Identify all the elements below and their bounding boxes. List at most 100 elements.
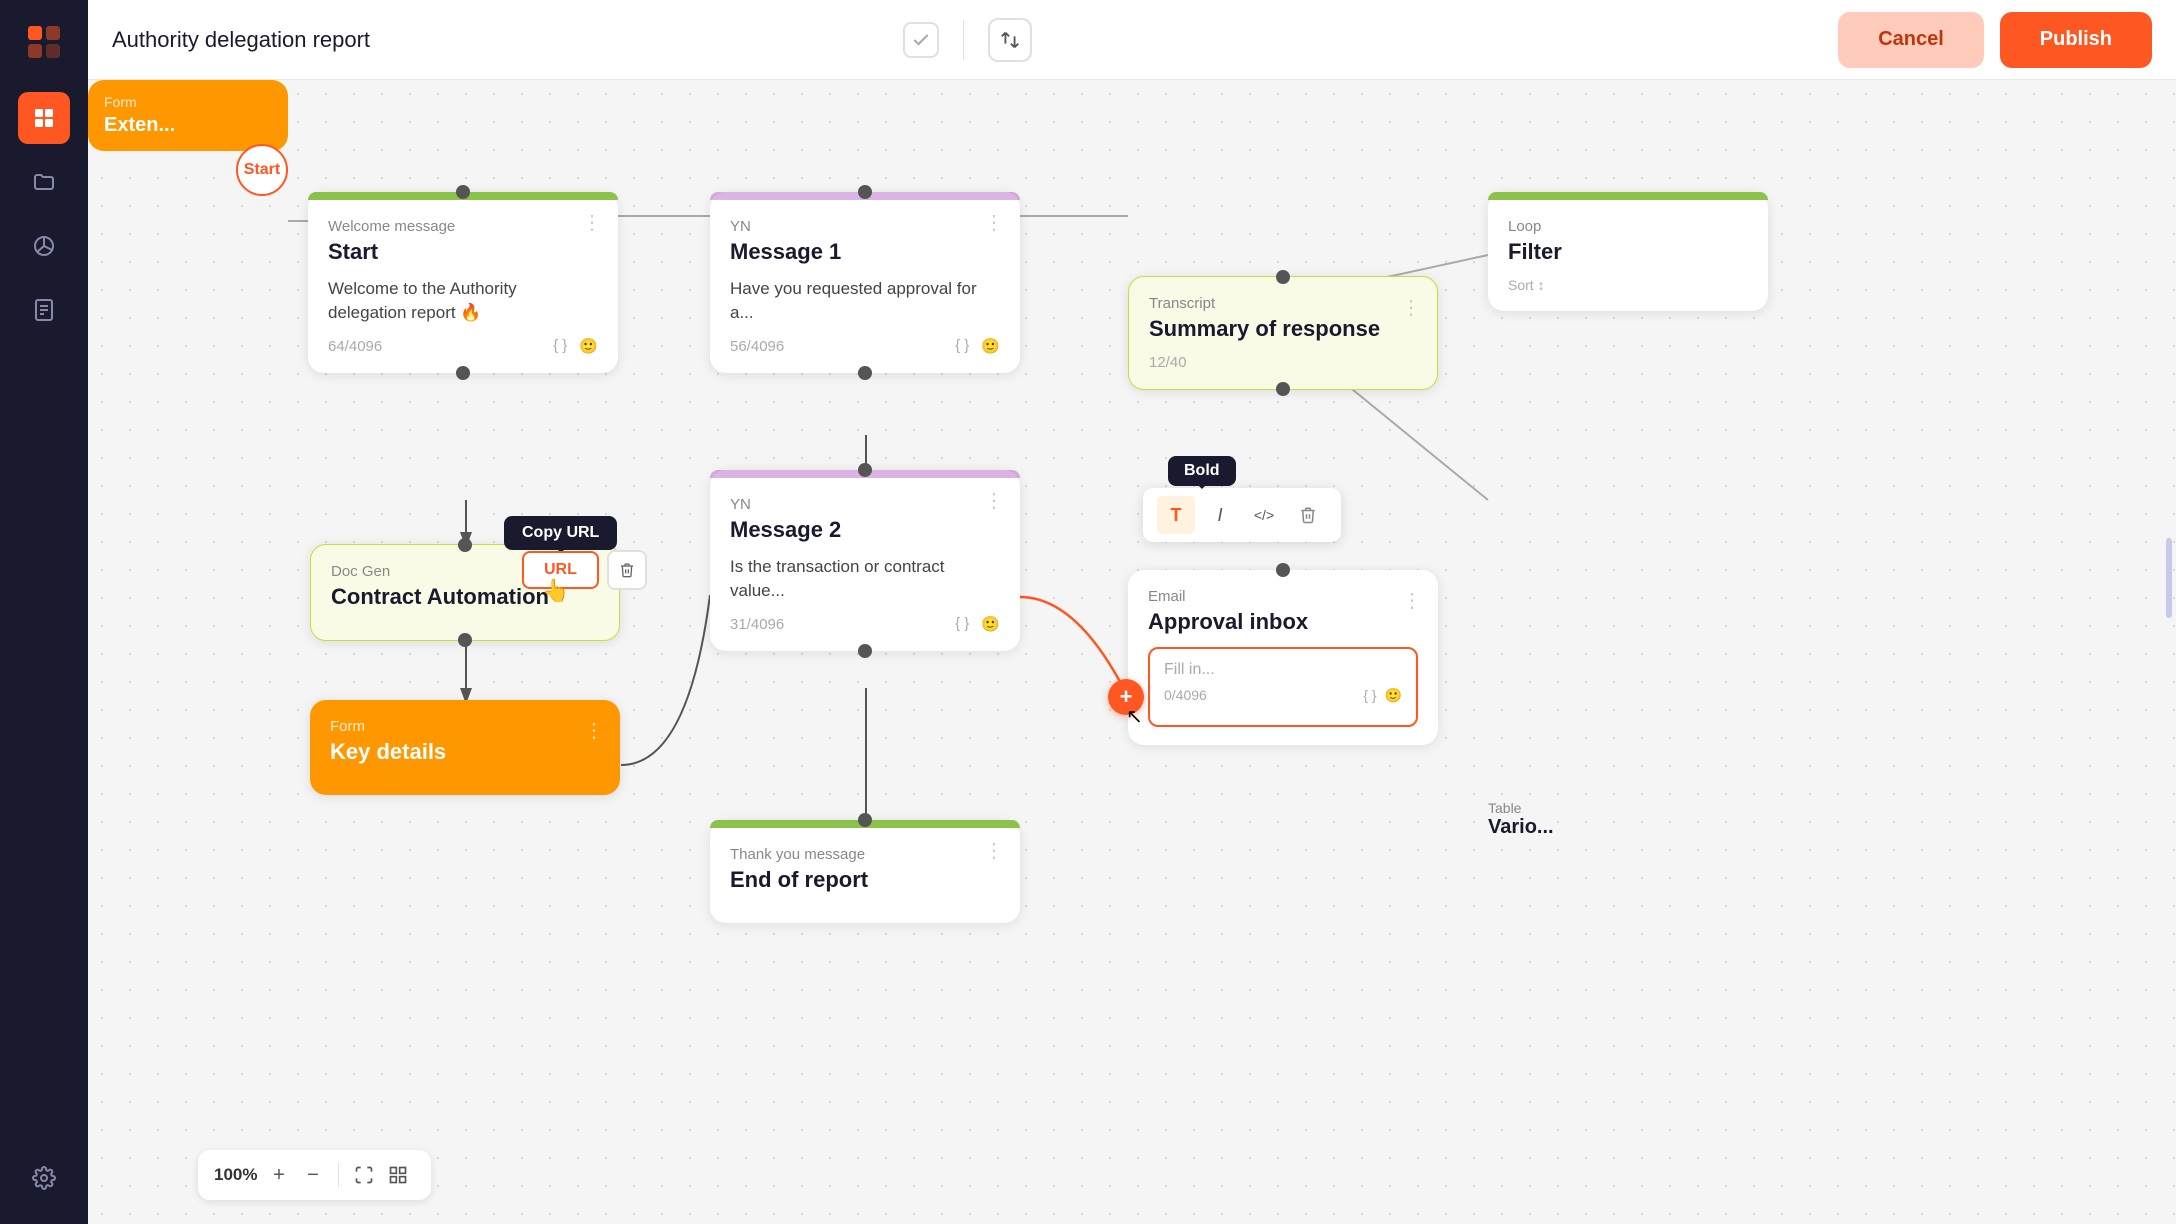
bold-icon: T — [1171, 505, 1182, 526]
italic-format-btn[interactable]: I — [1201, 496, 1239, 534]
conn-top-transcript — [1276, 270, 1290, 284]
trash-icon — [1299, 506, 1317, 524]
endreport-menu-icon[interactable]: ⋮ — [984, 838, 1004, 863]
cursor-pointer: 👆 — [542, 578, 569, 604]
msg2-menu-icon[interactable]: ⋮ — [984, 488, 1004, 513]
welcome-node-label: Welcome message — [328, 218, 598, 235]
msg1-node-footer: 56/4096 { } 🙂 — [730, 337, 1000, 355]
code-format-btn[interactable]: </> — [1245, 496, 1283, 534]
message1-node[interactable]: YN Message 1 Have you requested approval… — [710, 192, 1020, 373]
zoom-separator — [338, 1163, 339, 1187]
conn-top-msg1 — [858, 185, 872, 199]
delete-format-btn[interactable] — [1289, 496, 1327, 534]
email-braces-icon[interactable]: { } — [1363, 687, 1376, 704]
emoji-icon-msg1[interactable]: 🙂 — [981, 337, 1000, 355]
sidebar-item-folder[interactable] — [18, 156, 70, 208]
copy-url-tooltip: Copy URL — [504, 516, 617, 550]
keydetails-node-label: Form — [330, 718, 600, 735]
logo-icon — [22, 20, 66, 64]
braces-icon-msg1[interactable]: { } — [955, 337, 969, 355]
loop-filter-node[interactable]: Loop Filter Sort ↕ — [1488, 192, 1768, 311]
email-node[interactable]: Email Approval inbox Fill in... 0/4096 {… — [1128, 570, 1438, 745]
swap-icon[interactable] — [988, 18, 1032, 62]
emoji-icon-msg2[interactable]: 🙂 — [981, 615, 1000, 633]
table-label: Table — [1488, 800, 1554, 816]
keydetails-menu-icon[interactable]: ⋮ — [584, 718, 604, 743]
italic-icon: I — [1217, 505, 1222, 526]
msg1-counter: 56/4096 — [730, 338, 784, 355]
zoom-percent: 100% — [214, 1165, 262, 1185]
sidebar-item-document[interactable] — [18, 284, 70, 336]
bold-tooltip: Bold — [1168, 456, 1236, 486]
main-area: Authority delegation report Cancel Publi… — [88, 0, 2176, 1224]
braces-icon-msg2[interactable]: { } — [955, 615, 969, 633]
fit-screen-icon — [354, 1165, 374, 1185]
flow-title-input[interactable]: Authority delegation report — [112, 27, 887, 53]
start-node[interactable]: Start — [236, 144, 288, 196]
extend-node-label: Form — [104, 94, 272, 110]
endreport-node-label: Thank you message — [730, 846, 1000, 863]
message2-node[interactable]: YN Message 2 Is the transaction or contr… — [710, 470, 1020, 651]
table-node[interactable]: Table Vario... — [1488, 800, 1554, 839]
msg2-node-body: Is the transaction or contract value... — [730, 555, 1000, 603]
msg1-footer-icons: { } 🙂 — [955, 337, 1000, 355]
zoom-controls: 100% + − — [198, 1150, 431, 1200]
url-btn-row: URL — [522, 550, 647, 590]
keydetails-node[interactable]: Form Key details ⋮ — [310, 700, 620, 795]
welcome-node-title: Start — [328, 239, 598, 265]
bold-format-btn[interactable]: T — [1157, 496, 1195, 534]
welcome-node-footer: 64/4096 { } 🙂 — [328, 337, 598, 355]
sidebar-item-settings[interactable] — [18, 1152, 70, 1204]
email-input-area[interactable]: Fill in... 0/4096 { } 🙂 — [1148, 647, 1418, 727]
email-node-label: Email — [1148, 588, 1418, 605]
sidebar-item-chart[interactable] — [18, 220, 70, 272]
conn-top-msg2 — [858, 463, 872, 477]
conn-top-email — [1276, 563, 1290, 577]
extend-node[interactable]: Form Exten... — [88, 80, 288, 151]
code-icon: </> — [1254, 507, 1274, 523]
sidebar-item-grid[interactable] — [18, 92, 70, 144]
zoom-fit-button[interactable] — [347, 1158, 381, 1192]
msg2-node-label: YN — [730, 496, 1000, 513]
email-menu-icon[interactable]: ⋮ — [1402, 588, 1422, 613]
zoom-grid-button[interactable] — [381, 1158, 415, 1192]
conn-top-docgen — [458, 538, 472, 552]
publish-button[interactable]: Publish — [2000, 12, 2152, 68]
start-label: Start — [244, 161, 280, 179]
cursor-near-plus: ↖ — [1126, 704, 1143, 729]
delete-url-button[interactable] — [607, 550, 647, 590]
conn-bottom-transcript — [1276, 382, 1290, 396]
braces-icon[interactable]: { } — [553, 337, 567, 355]
email-input-footer: 0/4096 { } 🙂 — [1164, 687, 1402, 704]
endreport-node-title: End of report — [730, 867, 1000, 893]
emoji-icon[interactable]: 🙂 — [579, 337, 598, 355]
transcript-menu-icon[interactable]: ⋮ — [1401, 295, 1421, 320]
table-title: Vario... — [1488, 816, 1554, 839]
topbar-divider — [963, 20, 964, 60]
conn-bottom-welcome — [456, 366, 470, 380]
zoom-out-button[interactable]: − — [296, 1158, 330, 1192]
endreport-node[interactable]: Thank you message End of report ⋮ — [710, 820, 1020, 923]
loop-sort-label: Sort ↕ — [1508, 277, 1748, 293]
email-emoji-icon[interactable]: 🙂 — [1385, 687, 1402, 704]
flow-canvas[interactable]: Start Welcome message Start Welcome to t… — [88, 80, 2176, 1224]
welcome-message-node[interactable]: Welcome message Start Welcome to the Aut… — [308, 192, 618, 373]
welcome-menu-icon[interactable]: ⋮ — [582, 210, 602, 235]
cancel-button[interactable]: Cancel — [1838, 12, 1984, 68]
extend-node-title: Exten... — [104, 114, 272, 137]
email-input-placeholder: Fill in... — [1164, 661, 1402, 679]
welcome-footer-icons: { } 🙂 — [553, 337, 598, 355]
conn-bottom-msg1 — [858, 366, 872, 380]
msg2-footer-icons: { } 🙂 — [955, 615, 1000, 633]
zoom-in-button[interactable]: + — [262, 1158, 296, 1192]
msg1-node-title: Message 1 — [730, 239, 1000, 265]
grid-view-icon — [388, 1165, 408, 1185]
format-toolbar: T I </> — [1143, 488, 1341, 542]
sidebar — [0, 0, 88, 1224]
transcript-node[interactable]: Transcript Summary of response 12/40 ⋮ — [1128, 276, 1438, 390]
scroll-indicator[interactable] — [2166, 538, 2172, 618]
conn-bottom-docgen — [458, 633, 472, 647]
topbar: Authority delegation report Cancel Publi… — [88, 0, 2176, 80]
msg1-menu-icon[interactable]: ⋮ — [984, 210, 1004, 235]
check-icon — [903, 22, 939, 58]
